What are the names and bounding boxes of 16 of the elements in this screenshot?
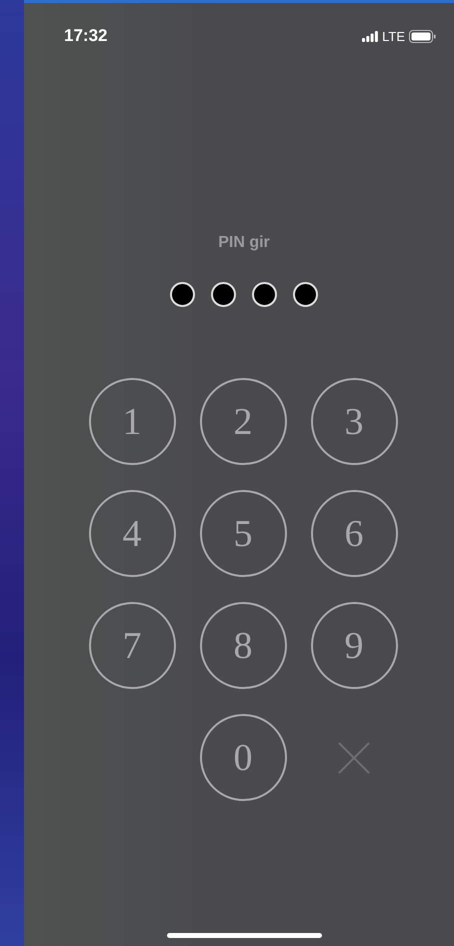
digit-key[interactable]: 8 xyxy=(200,602,286,689)
digit-key[interactable]: 1 xyxy=(88,378,176,465)
digit-key[interactable]: 9 xyxy=(310,602,398,689)
digit-key[interactable]: 0 xyxy=(200,714,286,801)
digit-key[interactable]: 4 xyxy=(88,490,176,577)
pin-prompt: PIN gir xyxy=(217,234,271,252)
digit-key[interactable]: 3 xyxy=(310,378,398,465)
digit-key[interactable]: 2 xyxy=(200,378,286,465)
status-time: 17:32 xyxy=(64,26,108,46)
battery-icon xyxy=(409,30,436,42)
digit-key[interactable]: 7 xyxy=(88,602,176,689)
network-label: LTE xyxy=(382,28,405,44)
digit-key[interactable]: 5 xyxy=(200,490,286,577)
signal-icon xyxy=(362,30,378,42)
delete-x-icon[interactable] xyxy=(338,742,370,774)
digit-key[interactable]: 6 xyxy=(310,490,398,577)
